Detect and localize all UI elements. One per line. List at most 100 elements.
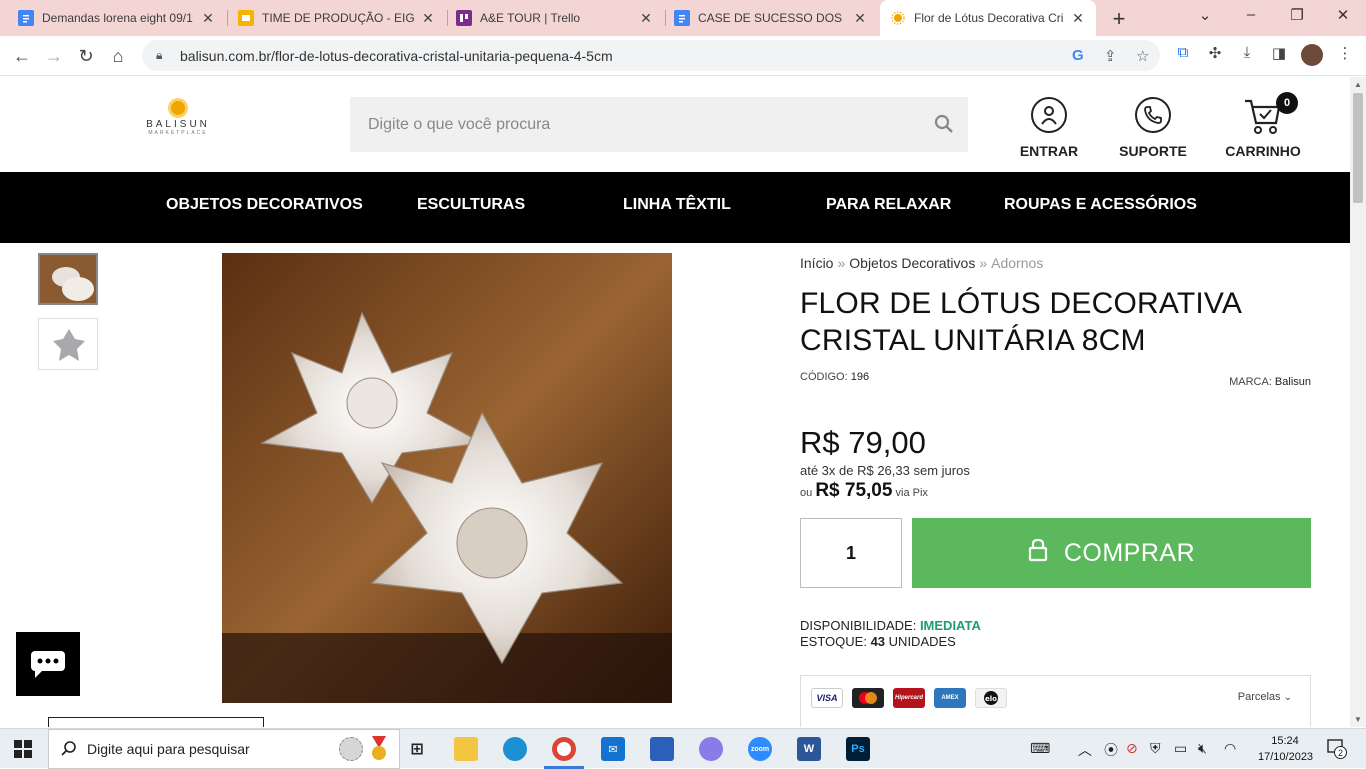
pix-price-value: R$ 75,05 [815,480,893,501]
task-view-icon[interactable]: ⊞ [405,737,429,761]
restore-icon[interactable]: ❐ [1282,6,1312,24]
browser-tab[interactable]: A&E TOUR | Trello ✕ [446,0,664,36]
site-logo[interactable]: BALISUN MARKETPLACE [138,101,218,136]
home-icon[interactable]: ⌂ [106,44,130,68]
volume-muted-icon[interactable]: 🔇︎ [1198,740,1207,757]
google-docs-icon [18,10,34,26]
installments-toggle[interactable]: Parcelas ⌄ [1238,691,1292,703]
stock-unit: UNIDADES [888,634,956,649]
product-thumbnail[interactable] [38,318,98,370]
product-thumbnail[interactable] [38,253,98,305]
bookmark-star-icon[interactable]: ☆ [1136,47,1149,65]
minimize-icon[interactable]: – [1236,6,1266,23]
search-placeholder: Digite o que você procura [368,115,551,133]
windows-start-icon[interactable] [14,740,32,763]
product-price: R$ 79,00 [800,425,926,460]
support-label: SUPORTE [1119,143,1187,159]
taskbar-search-input[interactable]: Digite aqui para pesquisar [48,729,400,769]
google-lens-icon[interactable]: G [1072,47,1084,64]
word-icon[interactable]: W [797,737,821,761]
file-explorer-icon[interactable] [454,737,478,761]
forward-icon[interactable]: → [42,44,66,68]
webcam-icon[interactable]: ⦿ [1104,740,1118,760]
clock-date: 17/10/2023 [1258,751,1314,763]
photoshop-icon[interactable]: Ps [846,737,870,761]
notification-count-badge: 2 [1334,746,1347,759]
search-icon[interactable] [934,114,954,139]
stock-row: ESTOQUE: 43 UNIDADES [800,634,981,650]
menu-item-objetos-decorativos[interactable]: OBJETOS DECORATIVOS [166,196,363,214]
breadcrumb-link[interactable]: Início [800,255,833,271]
system-clock[interactable]: 15:24 17/10/2023 [1258,733,1314,765]
chrome-icon[interactable] [552,737,576,761]
search-input[interactable]: Digite o que você procura [350,97,968,152]
notification-center-icon[interactable]: 2 [1326,738,1347,759]
tab-title: A&E TOUR | Trello [480,11,581,25]
browser-tab[interactable]: TIME DE PRODUÇÃO - EIGH ✕ [228,0,446,36]
microsoft-store-icon[interactable] [650,737,674,761]
show-hidden-icons-chevron[interactable]: ︿ [1078,740,1092,760]
close-tab-icon[interactable]: ✕ [638,10,654,27]
browser-tab-active[interactable]: Flor de Lótus Decorativa Cri ✕ [880,0,1096,36]
breadcrumb-separator: » [979,255,988,271]
tab-search-icon[interactable]: ⌄ [1190,6,1220,24]
browser-menu-icon[interactable]: ⋮ [1334,44,1356,62]
close-tab-icon[interactable]: ✕ [1070,10,1086,27]
back-icon[interactable]: ← [10,44,34,68]
phone-icon [1135,97,1171,133]
network-alert-icon[interactable]: ⊘ [1126,740,1138,757]
windows-taskbar: Digite aqui para pesquisar ⊞ ✉ zoom W Ps… [0,728,1366,769]
stock-label: ESTOQUE: [800,634,867,649]
tab-title: Flor de Lótus Decorativa Cri [914,11,1064,25]
close-tab-icon[interactable]: ✕ [420,10,436,27]
download-icon[interactable]: ⤓ [1236,44,1258,61]
edge-icon[interactable] [503,737,527,761]
scrollbar-thumb[interactable] [1353,93,1363,203]
zoom-icon[interactable]: zoom [748,737,772,761]
menu-item-linha-textil[interactable]: LINHA TÊXTIL [623,196,731,214]
page-scrollbar[interactable]: ▲ ▼ [1350,77,1366,727]
reload-icon[interactable]: ↻ [74,44,98,68]
new-tab-button[interactable]: + [1108,6,1130,32]
buy-button[interactable]: COMPRAR [912,518,1311,588]
pix-suffix: via Pix [895,487,928,499]
scroll-down-icon[interactable]: ▼ [1354,715,1362,724]
chat-widget-button[interactable] [16,632,80,696]
close-window-icon[interactable]: ✕ [1328,6,1358,24]
availability-label: DISPONIBILIDADE: [800,618,917,633]
login-button[interactable]: ENTRAR [1004,97,1094,159]
lock-icon [1028,538,1048,569]
close-tab-icon[interactable]: ✕ [852,10,868,27]
wifi-icon[interactable]: ◠ [1224,740,1236,757]
sun-logo-icon [171,101,185,115]
close-tab-icon[interactable]: ✕ [200,10,216,27]
tab-title: Demandas lorena eight 09/1 [42,11,193,25]
menu-item-roupas-acessorios[interactable]: ROUPAS E ACESSÓRIOS [1004,196,1197,214]
product-main-image[interactable] [222,253,672,703]
screen-capture-extension-icon[interactable]: ⧉ [1172,44,1194,61]
mail-icon[interactable]: ✉ [601,737,625,761]
installments-text: até 3x de R$ 26,33 sem juros [800,463,970,478]
web-page: BALISUN MARKETPLACE Digite o que você pr… [0,77,1350,727]
keyboard-layout-icon[interactable]: ⌨ [1030,740,1050,757]
share-icon[interactable]: ⇪ [1104,47,1117,65]
support-button[interactable]: SUPORTE [1108,97,1198,159]
login-label: ENTRAR [1019,143,1079,159]
browser-tab[interactable]: CASE DE SUCESSO DOS CLI ✕ [664,0,878,36]
pix-price: ou R$ 75,05 via Pix [800,480,928,502]
side-panel-icon[interactable]: ◨ [1268,44,1290,62]
breadcrumb-link[interactable]: Objetos Decorativos [849,255,975,271]
browser-tab[interactable]: Demandas lorena eight 09/1 ✕ [8,0,226,36]
copilot-icon[interactable] [699,737,723,761]
scroll-up-icon[interactable]: ▲ [1354,80,1362,89]
clock-time: 15:24 [1271,735,1299,747]
antivirus-icon[interactable]: ⛨ [1150,740,1161,757]
extensions-puzzle-icon[interactable]: ✣ [1204,44,1226,62]
profile-avatar[interactable] [1301,44,1323,66]
battery-icon[interactable]: ▭ [1174,740,1187,757]
quantity-input[interactable]: 1 [800,518,902,588]
address-bar[interactable]: 🔒︎ balisun.com.br/flor-de-lotus-decorati… [142,40,1160,71]
menu-item-esculturas[interactable]: ESCULTURAS [417,196,525,214]
menu-item-para-relaxar[interactable]: PARA RELAXAR [826,196,951,214]
brand-value[interactable]: Balisun [1275,376,1311,388]
